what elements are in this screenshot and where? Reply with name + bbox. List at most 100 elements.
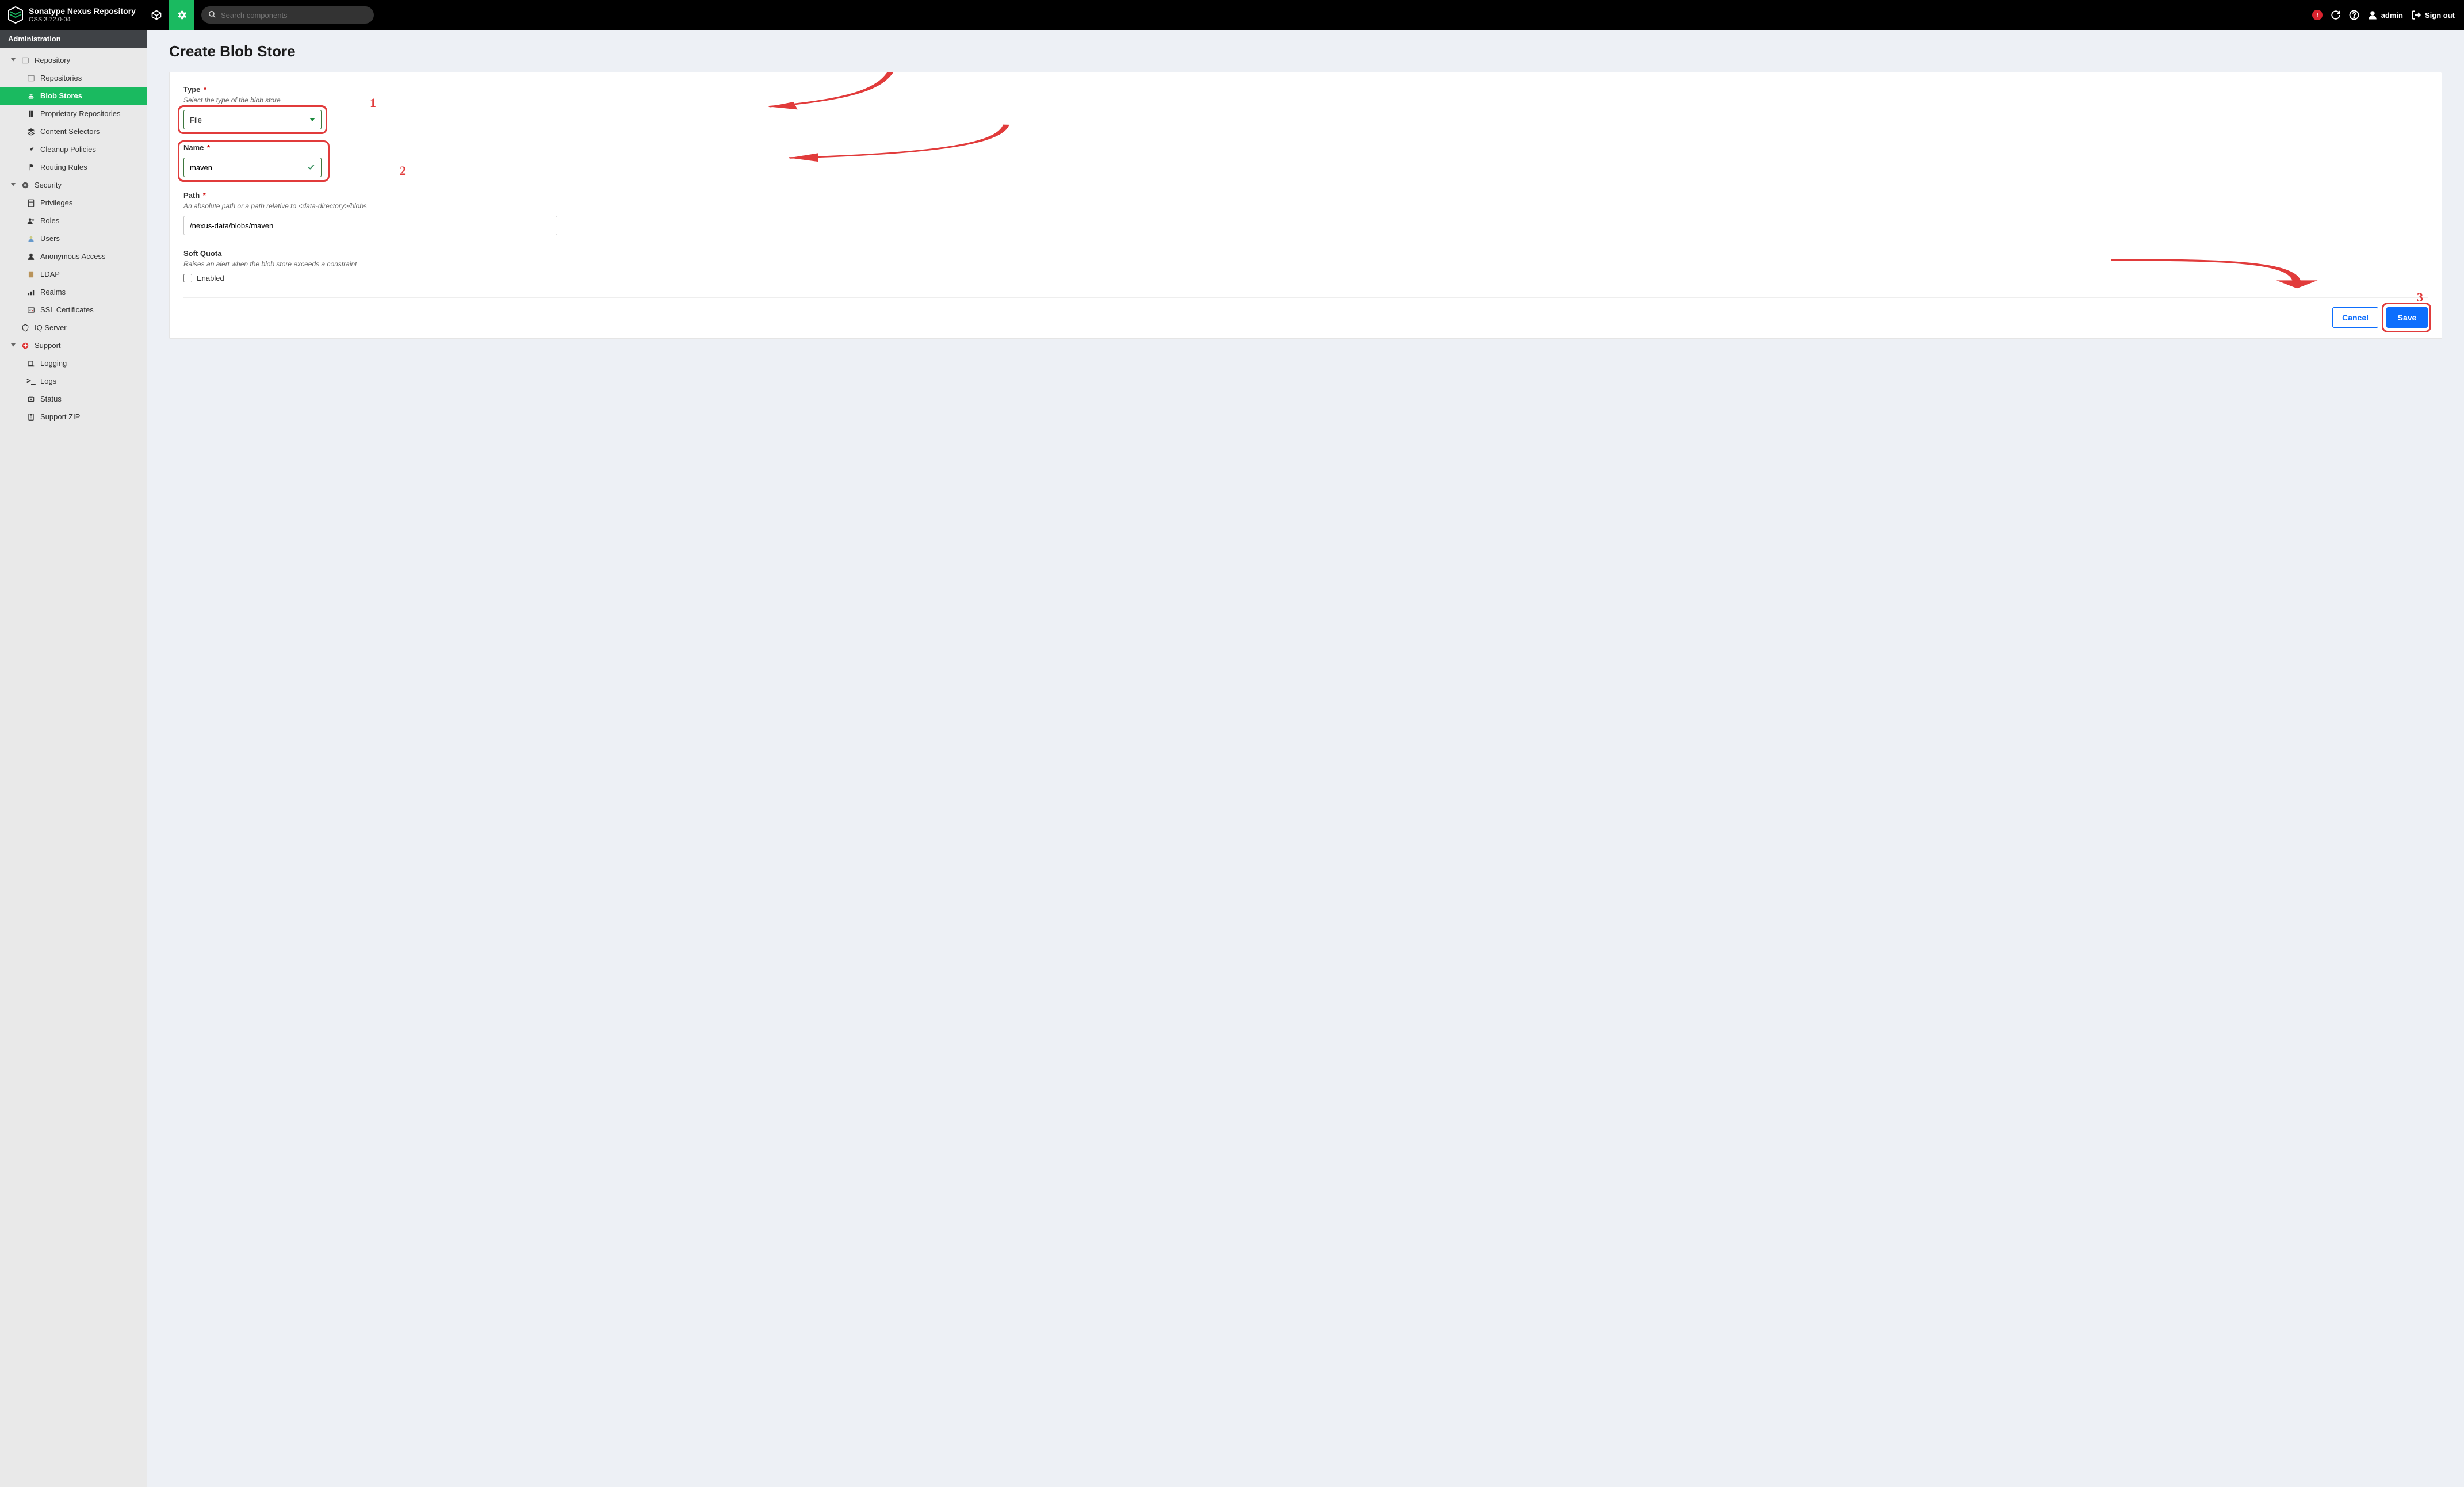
type-label: Type [183,85,200,94]
check-icon [307,163,315,173]
sidebar-group-repository[interactable]: Repository [0,51,147,69]
save-button[interactable]: Save [2386,307,2428,328]
sidebar-group-security[interactable]: Security [0,176,147,194]
item-icon [26,92,36,100]
path-hint: An absolute path or a path relative to <… [183,202,2428,210]
item-icon [26,163,36,171]
sidebar-group-support[interactable]: Support [0,337,147,354]
path-label: Path [183,191,200,200]
field-path: Path * An absolute path or a path relati… [183,191,2428,235]
item-label: Users [40,234,60,243]
item-label: Status [40,395,62,403]
cancel-button[interactable]: Cancel [2332,307,2378,328]
required-marker: * [204,85,206,94]
quota-hint: Raises an alert when the blob store exce… [183,260,557,268]
name-input[interactable] [190,158,307,177]
sidebar-item-routing-rules[interactable]: Routing Rules [0,158,147,176]
caret-icon [10,58,16,63]
type-select[interactable]: File [183,110,322,129]
group-icon [21,181,30,189]
sidebar-item-blob-stores[interactable]: Blob Stores [0,87,147,105]
sidebar-item-proprietary-repositories[interactable]: Proprietary Repositories [0,105,147,123]
item-icon [26,146,36,154]
item-label: Logs [40,377,56,385]
item-icon [26,413,36,421]
sidebar-group-iq-server[interactable]: IQ Server [0,319,147,337]
user-menu[interactable]: admin [2367,10,2403,20]
item-icon [26,74,36,82]
signout-button[interactable]: Sign out [2411,10,2455,20]
item-icon [26,270,36,278]
type-hint: Select the type of the blob store [183,96,557,104]
sidebar-item-anonymous-access[interactable]: Anonymous Access [0,247,147,265]
sidebar-item-ldap[interactable]: LDAP [0,265,147,283]
quota-label: Soft Quota [183,249,221,258]
item-label: Privileges [40,198,72,207]
quota-enabled-row[interactable]: Enabled [183,274,557,282]
sidebar-item-ssl-certificates[interactable]: SSL Certificates [0,301,147,319]
name-input-wrap [183,158,322,177]
form-panel: Type * Select the type of the blob store… [169,72,2442,339]
search-box[interactable] [201,6,374,24]
item-label: Support ZIP [40,412,80,421]
brand-subtitle: OSS 3.72.0-04 [29,16,136,23]
search-icon [208,10,216,20]
sidebar-tree: Repository Repositories Blob Stores Proprie… [0,48,147,437]
item-label: Content Selectors [40,127,100,136]
sidebar-item-realms[interactable]: Realms [0,283,147,301]
sidebar-item-support-zip[interactable]: Support ZIP [0,408,147,426]
form-actions: Cancel Save [183,307,2428,328]
sidebar-header: Administration [0,30,147,48]
sidebar-item-cleanup-policies[interactable]: Cleanup Policies [0,140,147,158]
group-label: Security [35,181,62,189]
signout-label: Sign out [2425,11,2455,20]
save-button-label: Save [2398,313,2417,322]
group-icon [21,324,30,332]
refresh-icon[interactable] [2331,10,2341,20]
help-icon[interactable] [2349,10,2359,20]
field-quota: Soft Quota Raises an alert when the blob… [183,249,557,282]
sidebar-item-status[interactable]: Status [0,390,147,408]
sidebar-item-roles[interactable]: Roles [0,212,147,230]
sidebar-item-repositories[interactable]: Repositories [0,69,147,87]
item-icon [26,199,36,207]
name-label: Name [183,143,204,152]
group-label: IQ Server [35,323,67,332]
item-label: Proprietary Repositories [40,109,120,118]
alert-icon[interactable] [2312,10,2323,20]
item-icon [26,128,36,136]
type-value: File [190,116,202,124]
item-icon [26,253,36,261]
sidebar-item-content-selectors[interactable]: Content Selectors [0,123,147,140]
search-input[interactable] [221,11,367,20]
item-icon [26,110,36,118]
divider [183,297,2428,298]
main: Create Blob Store Type * Select the type… [147,30,2464,1487]
item-label: Roles [40,216,59,225]
group-icon [21,342,30,350]
quota-enabled-checkbox[interactable] [183,274,192,282]
admin-mode-button[interactable] [169,0,194,30]
sidebar-item-logs[interactable]: >_Logs [0,372,147,390]
item-label: Repositories [40,74,82,82]
item-icon [26,288,36,296]
item-label: Logging [40,359,67,368]
item-icon [26,235,36,243]
caret-icon [10,183,16,188]
group-icon [21,56,30,64]
topbar: Sonatype Nexus Repository OSS 3.72.0-04 [0,0,2464,30]
sidebar-item-privileges[interactable]: Privileges [0,194,147,212]
quota-enabled-label: Enabled [197,274,224,282]
required-marker: * [207,143,210,152]
sidebar-item-users[interactable]: Users [0,230,147,247]
item-icon [26,217,36,225]
item-icon [26,395,36,403]
item-label: Realms [40,288,66,296]
item-label: Anonymous Access [40,252,105,261]
brand: Sonatype Nexus Repository OSS 3.72.0-04 [0,0,144,30]
browse-mode-button[interactable] [144,0,169,30]
cancel-button-label: Cancel [2342,313,2369,322]
sidebar-item-logging[interactable]: Logging [0,354,147,372]
path-input[interactable] [183,216,557,235]
field-type: Type * Select the type of the blob store… [183,85,557,129]
